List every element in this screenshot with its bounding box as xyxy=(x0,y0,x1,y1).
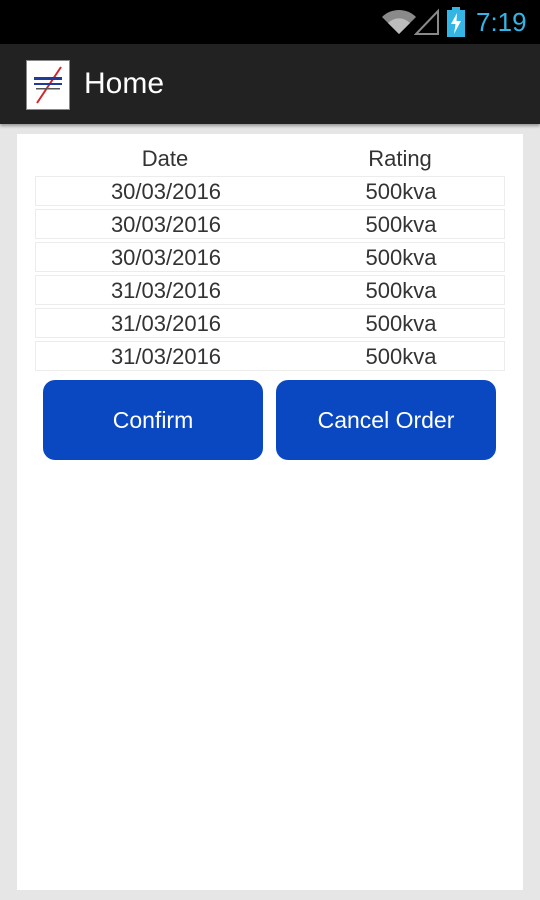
order-table: 30/03/2016 500kva 30/03/2016 500kva 30/0… xyxy=(35,176,505,374)
rating-cell: 500kva xyxy=(365,245,437,270)
action-bar: Home xyxy=(0,44,540,124)
table-row[interactable]: 31/03/2016 500kva xyxy=(35,308,505,338)
table-row[interactable]: 31/03/2016 500kva xyxy=(35,341,505,371)
signal-icon xyxy=(414,8,439,35)
wifi-icon xyxy=(382,9,416,34)
rating-cell: 500kva xyxy=(365,179,437,204)
rating-cell: 500kva xyxy=(365,278,437,303)
status-time: 7:19 xyxy=(476,7,527,37)
rating-cell: 500kva xyxy=(365,311,437,336)
cancel-order-button[interactable]: Cancel Order xyxy=(276,380,496,460)
table-row[interactable]: 30/03/2016 500kva xyxy=(35,242,505,272)
table-row[interactable]: 30/03/2016 500kva xyxy=(35,176,505,206)
date-cell: 31/03/2016 xyxy=(110,278,222,303)
page-title: Home xyxy=(84,67,165,100)
table-row[interactable]: 30/03/2016 500kva xyxy=(35,209,505,239)
rating-cell: 500kva xyxy=(365,212,437,237)
rating-cell: 500kva xyxy=(365,344,437,369)
date-cell: 30/03/2016 xyxy=(110,245,222,270)
date-cell: 30/03/2016 xyxy=(110,212,222,237)
column-header-date: Date xyxy=(141,146,189,171)
date-cell: 31/03/2016 xyxy=(110,311,222,336)
content-card: Date Rating 30/03/2016 500kva 30/03/2016… xyxy=(17,134,523,890)
table-row[interactable]: 31/03/2016 500kva xyxy=(35,275,505,305)
battery-charging-icon xyxy=(447,7,465,37)
app-logo[interactable] xyxy=(26,60,70,110)
date-cell: 31/03/2016 xyxy=(110,344,222,369)
status-bar: 7:19 xyxy=(0,0,540,44)
column-header-rating: Rating xyxy=(368,146,432,171)
date-cell: 30/03/2016 xyxy=(110,179,222,204)
confirm-button[interactable]: Confirm xyxy=(43,380,263,460)
table-header: Date Rating xyxy=(35,142,505,176)
